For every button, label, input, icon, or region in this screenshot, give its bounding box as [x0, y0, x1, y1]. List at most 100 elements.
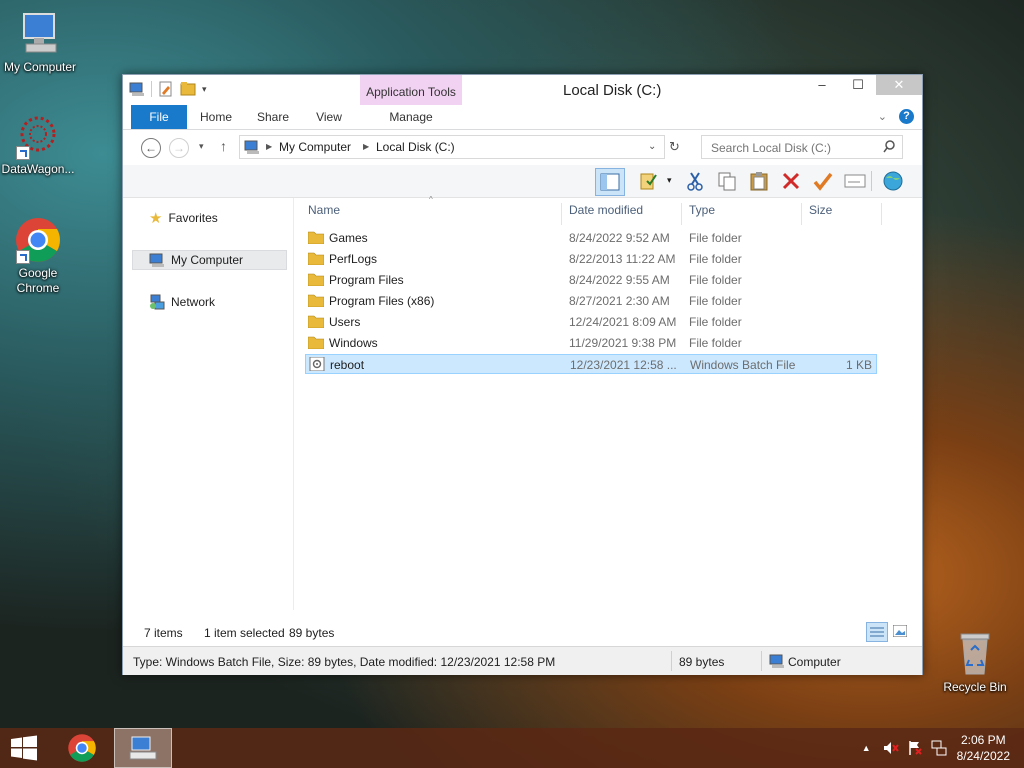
- column-divider[interactable]: [881, 203, 882, 225]
- file-row-perflogs[interactable]: PerfLogs 8/22/2013 11:22 AM File folder: [305, 249, 877, 269]
- windows-logo-icon: [11, 735, 37, 761]
- paste-button[interactable]: [745, 168, 773, 194]
- desktop-icon-google-chrome[interactable]: Google Chrome: [0, 216, 78, 296]
- forward-button[interactable]: →: [169, 138, 189, 158]
- taskbar-explorer-button[interactable]: [114, 728, 172, 768]
- show-hidden-icons-icon[interactable]: ▲: [862, 743, 871, 753]
- sidebar-item-label: Network: [171, 295, 216, 309]
- clock-time: 2:06 PM: [960, 733, 1006, 747]
- ribbon-tabs: File Home Share View Manage ⌄ ?: [123, 105, 922, 130]
- up-arrow-icon[interactable]: ↑: [220, 138, 227, 154]
- file-type: File folder: [689, 336, 742, 350]
- column-header-name[interactable]: Name: [308, 203, 340, 217]
- folder-icon: [308, 252, 324, 265]
- status-location: Computer: [788, 655, 841, 669]
- desktop-icon-recycle-bin[interactable]: Recycle Bin: [935, 630, 1015, 695]
- search-input[interactable]: [709, 140, 883, 156]
- properties-button[interactable]: [635, 168, 663, 194]
- sidebar-item-network[interactable]: Network: [149, 292, 304, 312]
- file-date: 12/24/2021 8:09 AM: [569, 315, 677, 329]
- cut-button[interactable]: [681, 168, 709, 194]
- file-name: Users: [329, 315, 361, 329]
- minimize-button[interactable]: –: [804, 75, 840, 95]
- address-dropdown-icon[interactable]: ⌄: [648, 141, 656, 152]
- file-name: Games: [329, 231, 368, 245]
- chrome-icon: [68, 734, 96, 762]
- tab-file[interactable]: File: [131, 105, 187, 129]
- details-view-button[interactable]: [866, 622, 888, 642]
- action-center-flag-icon[interactable]: [907, 740, 923, 756]
- search-box[interactable]: [701, 135, 903, 159]
- close-button[interactable]: ✕: [876, 75, 922, 95]
- recent-locations-icon[interactable]: ▾: [199, 141, 204, 152]
- column-divider[interactable]: [801, 203, 802, 225]
- tab-manage[interactable]: Manage: [381, 105, 441, 129]
- customize-qat-icon[interactable]: ▾: [202, 84, 207, 95]
- clock[interactable]: 2:06 PM 8/24/2022: [957, 732, 1010, 764]
- properties-icon[interactable]: [158, 81, 174, 97]
- column-header-type[interactable]: Type: [689, 203, 715, 217]
- rename-field-button[interactable]: [841, 168, 869, 194]
- sidebar-item-label: My Computer: [171, 253, 244, 267]
- back-button[interactable]: ←: [141, 138, 161, 158]
- taskbar: ▲ 2:06 PM 8/24/2022: [0, 728, 1024, 768]
- preview-pane-button[interactable]: [595, 168, 625, 196]
- recycle-bin-icon: [951, 630, 999, 678]
- title-bar[interactable]: ▾ Application Tools Local Disk (C:) – ☐ …: [123, 75, 922, 105]
- breadcrumb-separator-icon: ▶: [363, 142, 370, 151]
- column-divider[interactable]: [561, 203, 562, 225]
- refresh-icon[interactable]: ↻: [669, 139, 680, 155]
- preview-pane-icon: [600, 173, 620, 191]
- file-row-program-files[interactable]: Program Files 8/24/2022 9:55 AM File fol…: [305, 270, 877, 290]
- file-row-reboot[interactable]: reboot 12/23/2021 12:58 ... Windows Batc…: [305, 354, 877, 374]
- file-type: File folder: [689, 273, 742, 287]
- file-date: 11/29/2021 9:38 PM: [569, 336, 677, 350]
- sort-ascending-icon: ^: [429, 195, 433, 204]
- sidebar-item-favorites[interactable]: ★ Favorites: [149, 208, 304, 228]
- search-icon[interactable]: [883, 140, 896, 153]
- desktop-icon-label: Google Chrome: [16, 266, 60, 295]
- delete-button[interactable]: [777, 168, 805, 194]
- desktop-icon-label: DataWagon...: [1, 162, 75, 176]
- tab-view[interactable]: View: [307, 105, 351, 129]
- batch-file-icon: [309, 357, 325, 371]
- computer-icon: [244, 140, 259, 154]
- tab-share[interactable]: Share: [249, 105, 297, 129]
- details-view-icon: [870, 627, 884, 637]
- breadcrumb-my-computer[interactable]: My Computer: [279, 140, 351, 154]
- large-icons-view-button[interactable]: [890, 622, 910, 640]
- globe-button[interactable]: [879, 168, 907, 194]
- rename-button[interactable]: [809, 168, 837, 194]
- sidebar-item-my-computer[interactable]: My Computer: [132, 250, 287, 270]
- desktop-icon-datawagon[interactable]: DataWagon...: [0, 112, 78, 177]
- help-icon[interactable]: ?: [899, 109, 914, 124]
- tab-home[interactable]: Home: [193, 105, 239, 129]
- item-info-bar: 7 items 1 item selected 89 bytes: [123, 620, 922, 644]
- address-bar[interactable]: ▶ My Computer ▶ Local Disk (C:) ⌄: [239, 135, 665, 159]
- quick-access-toolbar: ▾: [129, 81, 207, 97]
- copy-button[interactable]: [713, 168, 741, 194]
- desktop-icon-my-computer[interactable]: My Computer: [0, 10, 80, 75]
- status-details: Type: Windows Batch File, Size: 89 bytes…: [133, 655, 556, 669]
- volume-muted-icon[interactable]: [883, 740, 899, 756]
- breadcrumb-local-disk[interactable]: Local Disk (C:): [376, 140, 455, 154]
- expand-ribbon-icon[interactable]: ⌄: [878, 110, 887, 123]
- file-type: File folder: [689, 315, 742, 329]
- column-header-size[interactable]: Size: [809, 203, 832, 217]
- file-date: 8/24/2022 9:55 AM: [569, 273, 670, 287]
- properties-dropdown-icon[interactable]: ▾: [667, 175, 672, 186]
- sidebar-item-label: Favorites: [168, 211, 218, 225]
- taskbar-chrome-button[interactable]: [58, 728, 106, 768]
- new-folder-icon[interactable]: [180, 81, 196, 97]
- column-header-date-modified[interactable]: Date modified: [569, 203, 643, 217]
- file-row-windows[interactable]: Windows 11/29/2021 9:38 PM File folder: [305, 333, 877, 353]
- file-row-games[interactable]: Games 8/24/2022 9:52 AM File folder: [305, 228, 877, 248]
- file-row-program-files-x86[interactable]: Program Files (x86) 8/27/2021 2:30 AM Fi…: [305, 291, 877, 311]
- selection-size: 89 bytes: [289, 626, 335, 640]
- file-date: 8/24/2022 9:52 AM: [569, 231, 670, 245]
- column-divider[interactable]: [681, 203, 682, 225]
- start-button[interactable]: [0, 728, 48, 768]
- network-icon[interactable]: [931, 740, 947, 756]
- file-row-users[interactable]: Users 12/24/2021 8:09 AM File folder: [305, 312, 877, 332]
- maximize-button[interactable]: ☐: [840, 75, 876, 95]
